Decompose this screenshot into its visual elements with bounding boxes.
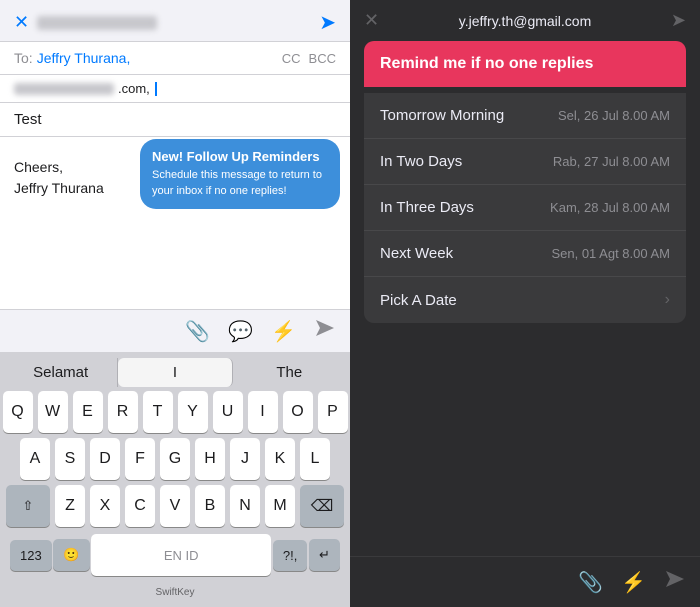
key-h[interactable]: H (195, 438, 225, 480)
suggestions-bar: Selamat I The (4, 358, 346, 387)
remind-date-three-days: Kam, 28 Jul 8.00 AM (550, 200, 670, 215)
key-z[interactable]: Z (55, 485, 85, 527)
bubble-body: Schedule this message to return to your … (152, 168, 328, 199)
remind-list: Tomorrow Morning Sel, 26 Jul 8.00 AM In … (364, 93, 686, 323)
remind-item-next-week[interactable]: Next Week Sen, 01 Agt 8.00 AM (364, 231, 686, 277)
remind-label-three-days: In Three Days (380, 199, 474, 216)
key-l[interactable]: L (300, 438, 330, 480)
remind-label-next-week: Next Week (380, 245, 453, 262)
keyboard-bottom: 123 🙂 EN ID ?!, ↵ (4, 532, 346, 580)
address-row: .com, (14, 81, 336, 96)
key-i[interactable]: I (248, 391, 278, 433)
remind-item-three-days[interactable]: In Three Days Kam, 28 Jul 8.00 AM (364, 185, 686, 231)
key-y[interactable]: Y (178, 391, 208, 433)
key-c[interactable]: C (125, 485, 155, 527)
key-f[interactable]: F (125, 438, 155, 480)
left-panel: ✕ ➤ To: Jeffry Thurana, CC BCC .com, Tes… (0, 0, 350, 607)
flash-icon[interactable]: ⚡ (271, 319, 296, 344)
key-e[interactable]: E (73, 391, 103, 433)
cc-button[interactable]: CC (282, 51, 301, 66)
suggestion-3[interactable]: The (233, 358, 346, 387)
key-r[interactable]: R (108, 391, 138, 433)
remind-label-tomorrow: Tomorrow Morning (380, 107, 504, 124)
right-toolbar: 📎 ⚡ (350, 556, 700, 607)
send-icon[interactable] (314, 318, 336, 344)
key-row-1: Q W E R T Y U I O P (4, 391, 346, 433)
key-shift[interactable]: ⇧ (6, 485, 50, 527)
close-button[interactable]: ✕ (14, 12, 29, 33)
subject-line[interactable]: Test (0, 103, 350, 137)
remind-item-two-days[interactable]: In Two Days Rab, 27 Jul 8.00 AM (364, 139, 686, 185)
to-left: To: Jeffry Thurana, (14, 50, 130, 66)
remind-item-tomorrow[interactable]: Tomorrow Morning Sel, 26 Jul 8.00 AM (364, 93, 686, 139)
key-123[interactable]: 123 (10, 540, 52, 571)
to-name: Jeffry Thurana, (37, 50, 131, 66)
attach-icon[interactable]: 📎 (185, 319, 210, 344)
key-u[interactable]: U (213, 391, 243, 433)
email-header: ✕ ➤ (0, 0, 350, 42)
keyboard: Selamat I The Q W E R T Y U I O P A S D … (0, 352, 350, 607)
suggestion-1[interactable]: Selamat (4, 358, 118, 387)
key-q[interactable]: Q (3, 391, 33, 433)
key-row-2: A S D F G H J K L (4, 438, 346, 480)
email-to-address[interactable]: .com, (0, 75, 350, 103)
remind-date-tomorrow: Sel, 26 Jul 8.00 AM (558, 108, 670, 123)
key-backspace[interactable]: ⌫ (300, 485, 344, 527)
remind-label-pick-date: Pick A Date (380, 292, 457, 309)
key-p[interactable]: P (318, 391, 348, 433)
remind-banner: Remind me if no one replies (364, 41, 686, 87)
key-emoji[interactable]: 🙂 (53, 539, 89, 571)
addr-suffix: .com, (118, 81, 150, 96)
key-t[interactable]: T (143, 391, 173, 433)
key-n[interactable]: N (230, 485, 260, 527)
right-email: y.jeffry.th@gmail.com (459, 13, 591, 29)
bubble-title: New! Follow Up Reminders (152, 149, 328, 164)
key-space[interactable]: EN ID (91, 534, 271, 576)
key-k[interactable]: K (265, 438, 295, 480)
right-header: ✕ y.jeffry.th@gmail.com ➤ (350, 0, 700, 41)
right-close-button[interactable]: ✕ (364, 10, 379, 31)
key-m[interactable]: M (265, 485, 295, 527)
right-flash-icon[interactable]: ⚡ (621, 570, 646, 595)
email-body[interactable]: Cheers, Jeffry Thurana New! Follow Up Re… (0, 137, 350, 309)
cc-bcc-buttons: CC BCC (282, 51, 336, 66)
remind-item-pick-date[interactable]: Pick A Date › (364, 277, 686, 323)
chat-icon[interactable]: 💬 (228, 319, 253, 344)
to-label: To: (14, 50, 33, 66)
header-left: ✕ (14, 12, 157, 33)
to-line: To: Jeffry Thurana, CC BCC (0, 42, 350, 75)
followup-bubble[interactable]: New! Follow Up Reminders Schedule this m… (140, 139, 340, 209)
key-j[interactable]: J (230, 438, 260, 480)
from-blurred (37, 16, 157, 30)
right-send-button[interactable]: ➤ (671, 10, 686, 31)
send-button[interactable]: ➤ (319, 10, 336, 35)
key-b[interactable]: B (195, 485, 225, 527)
remind-date-two-days: Rab, 27 Jul 8.00 AM (553, 154, 670, 169)
key-s[interactable]: S (55, 438, 85, 480)
right-send-icon[interactable] (664, 569, 686, 595)
compose-toolbar: 📎 💬 ⚡ (0, 309, 350, 352)
key-a[interactable]: A (20, 438, 50, 480)
remind-label-two-days: In Two Days (380, 153, 462, 170)
key-d[interactable]: D (90, 438, 120, 480)
remind-date-next-week: Sen, 01 Agt 8.00 AM (551, 246, 670, 261)
addr-blurred (14, 83, 114, 95)
right-panel: ✕ y.jeffry.th@gmail.com ➤ Remind me if n… (350, 0, 700, 607)
swiftkey-label: SwiftKey (156, 587, 195, 598)
cursor (155, 82, 157, 96)
bcc-button[interactable]: BCC (309, 51, 336, 66)
key-g[interactable]: G (160, 438, 190, 480)
key-x[interactable]: X (90, 485, 120, 527)
key-return[interactable]: ↵ (309, 539, 340, 571)
lang-label: EN ID (164, 548, 199, 563)
key-v[interactable]: V (160, 485, 190, 527)
chevron-icon: › (665, 291, 670, 309)
remind-title: Remind me if no one replies (380, 55, 670, 73)
key-row-3: ⇧ Z X C V B N M ⌫ (4, 485, 346, 527)
right-attach-icon[interactable]: 📎 (578, 570, 603, 595)
key-special[interactable]: ?!, (273, 540, 307, 571)
key-o[interactable]: O (283, 391, 313, 433)
key-w[interactable]: W (38, 391, 68, 433)
suggestion-2[interactable]: I (118, 358, 232, 387)
